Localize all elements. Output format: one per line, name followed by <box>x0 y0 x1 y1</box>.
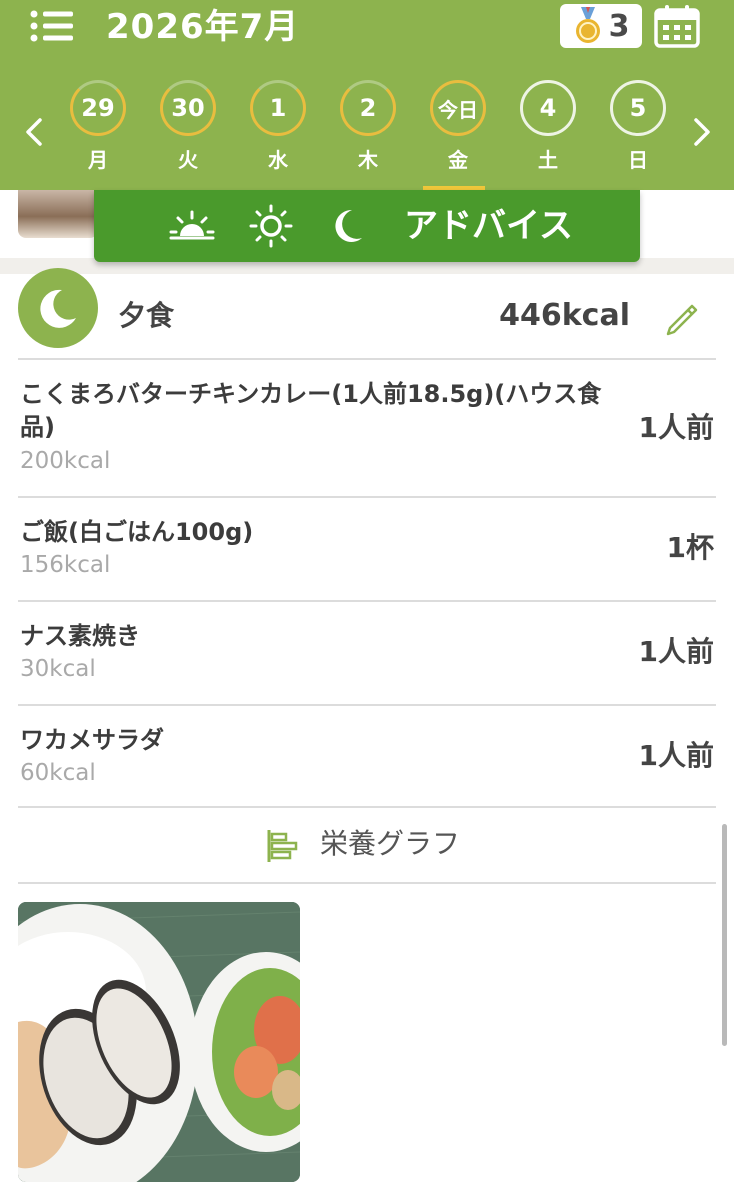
previous-week-arrow-icon[interactable] <box>20 112 48 152</box>
dinner-moon-badge <box>18 268 98 348</box>
food-kcal: 156kcal <box>20 552 111 578</box>
medal-icon <box>575 7 600 43</box>
food-quantity: 1人前 <box>638 411 714 444</box>
meal-photo-image <box>18 902 300 1182</box>
advice-label[interactable]: アドバイス <box>404 202 573 250</box>
day-label: 土 <box>538 148 558 172</box>
medal-badge[interactable]: 3 <box>560 4 642 48</box>
food-quantity: 1人前 <box>638 739 714 772</box>
app-header: 2026年7月 3 29 月 30 火 1 水 2 木 今日 金 4 土 5 日 <box>0 0 734 190</box>
day-circle: 今日 <box>430 80 486 136</box>
day-label: 火 <box>178 148 198 172</box>
moon-icon <box>40 289 76 328</box>
day-label: 水 <box>268 148 288 172</box>
day-label: 日 <box>628 148 648 172</box>
divider <box>18 882 716 884</box>
month-title: 2026年7月 <box>106 7 300 47</box>
food-item[interactable]: こくまろバターチキンカレー(1人前18.5g)(ハウス食品) 200kcal 1… <box>0 360 734 496</box>
pencil-edit-icon[interactable] <box>662 298 702 338</box>
food-name: ご飯(白ごはん100g) <box>20 518 254 546</box>
day-29[interactable]: 29 月 <box>66 80 130 190</box>
day-5[interactable]: 5 日 <box>606 80 670 190</box>
bar-chart-icon <box>267 830 298 862</box>
day-circle: 1 <box>250 80 306 136</box>
previous-meal-photo[interactable] <box>18 190 98 238</box>
nutrition-graph-label: 栄養グラフ <box>320 827 461 860</box>
day-1[interactable]: 1 水 <box>246 80 310 190</box>
day-label: 木 <box>358 148 378 172</box>
advice-bar: アドバイス <box>94 190 640 262</box>
meal-total-kcal: 446kcal <box>499 298 630 333</box>
food-name: こくまろバターチキンカレー(1人前18.5g)(ハウス食品) <box>20 380 602 441</box>
day-30[interactable]: 30 火 <box>156 80 220 190</box>
sunrise-icon[interactable] <box>168 204 216 248</box>
day-label: 金 <box>448 148 468 172</box>
moon-icon[interactable] <box>328 204 368 248</box>
day-circle: 30 <box>160 80 216 136</box>
food-name: ナス素焼き <box>20 622 140 650</box>
day-2[interactable]: 2 木 <box>336 80 400 190</box>
dinner-meal-photo[interactable] <box>18 902 300 1182</box>
sun-icon[interactable] <box>248 204 294 248</box>
food-name: ワカメサラダ <box>20 726 164 754</box>
food-quantity: 1杯 <box>666 531 714 564</box>
day-4[interactable]: 4 土 <box>516 80 580 190</box>
list-menu-icon[interactable] <box>30 9 74 43</box>
day-today[interactable]: 今日 金 <box>423 80 490 190</box>
day-circle: 2 <box>340 80 396 136</box>
day-label: 月 <box>88 148 108 172</box>
food-kcal: 30kcal <box>20 656 96 682</box>
food-kcal: 200kcal <box>20 448 111 474</box>
scrollbar[interactable] <box>722 824 727 1046</box>
food-item[interactable]: ワカメサラダ 60kcal 1人前 <box>0 706 734 806</box>
day-circle: 4 <box>520 80 576 136</box>
food-quantity: 1人前 <box>638 635 714 668</box>
meal-title: 夕食 <box>118 299 175 332</box>
calendar-icon[interactable] <box>654 4 700 48</box>
day-circle: 5 <box>610 80 666 136</box>
medal-count: 3 <box>608 8 630 44</box>
food-item[interactable]: ご飯(白ごはん100g) 156kcal 1杯 <box>0 498 734 600</box>
food-item[interactable]: ナス素焼き 30kcal 1人前 <box>0 602 734 704</box>
food-kcal: 60kcal <box>20 760 96 786</box>
next-week-arrow-icon[interactable] <box>688 112 716 152</box>
day-circle: 29 <box>70 80 126 136</box>
nutrition-graph-button[interactable]: 栄養グラフ <box>0 808 734 882</box>
